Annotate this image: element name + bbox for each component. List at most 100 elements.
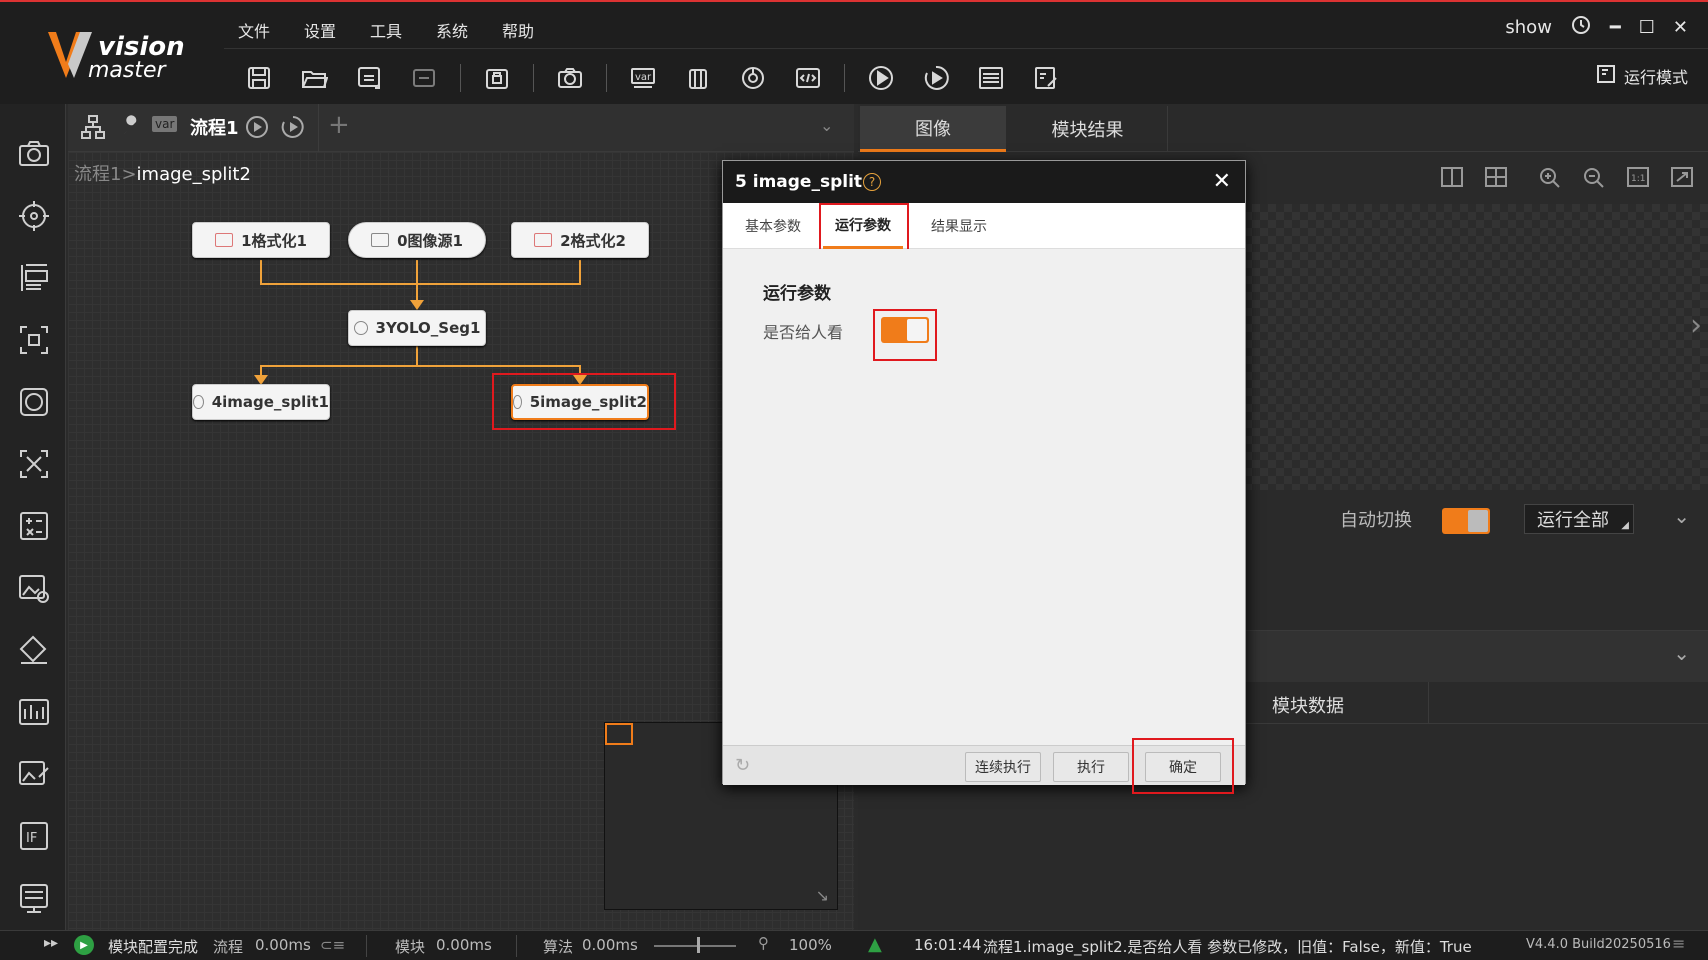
flow-node-format1[interactable]: 1格式化1: [192, 222, 330, 258]
lock-icon[interactable]: [478, 60, 516, 96]
collapse-chevron-icon[interactable]: ⌄: [1673, 641, 1690, 665]
algo-time-value: 0.00ms: [582, 936, 638, 954]
menu-system[interactable]: 系统: [436, 18, 502, 42]
menu-tools[interactable]: 工具: [370, 18, 436, 42]
deep-learning-tool-icon[interactable]: [16, 384, 52, 420]
expand-icon[interactable]: ▸▸: [44, 935, 58, 951]
help-icon[interactable]: ?: [863, 173, 881, 191]
layout-grid-icon[interactable]: [1484, 166, 1508, 192]
format-icon: [534, 233, 553, 247]
add-flow-icon[interactable]: +: [328, 110, 350, 140]
flow-run-loop-icon[interactable]: [280, 114, 306, 144]
tab-flow1[interactable]: 流程1: [190, 114, 239, 140]
run-loop-icon[interactable]: [917, 60, 955, 96]
tab-image[interactable]: 图像: [860, 106, 1006, 152]
run-all-select[interactable]: 运行全部 ◢: [1524, 504, 1634, 534]
export-doc-icon[interactable]: [1027, 60, 1065, 96]
menu-help[interactable]: 帮助: [502, 18, 568, 42]
maximize-icon[interactable]: ☐: [1639, 17, 1655, 38]
auto-switch-toggle[interactable]: [1442, 508, 1490, 534]
image-process-tool-icon[interactable]: [16, 570, 52, 606]
clock-icon[interactable]: [1570, 14, 1592, 41]
open-folder-icon[interactable]: [295, 60, 333, 96]
collapse-chevron-icon[interactable]: ⌄: [1673, 504, 1690, 528]
flow-node-format2[interactable]: 2格式化2: [511, 222, 649, 258]
logic-if-tool-icon[interactable]: IF: [16, 818, 52, 854]
app-logo: vision master: [44, 28, 194, 88]
toolbar-separator: [460, 64, 461, 92]
breadcrumb-parent[interactable]: 流程1: [74, 164, 121, 185]
dialog-title-bar[interactable]: 5 image_split: [723, 161, 1245, 203]
locate-tool-icon[interactable]: [16, 198, 52, 234]
title-bar: vision master 文件 设置 工具 系统 帮助 show ━ ☐ ✕ …: [0, 0, 1708, 104]
camera-tool-icon[interactable]: [16, 136, 52, 172]
var-icon[interactable]: var: [624, 60, 662, 96]
close-window-icon[interactable]: ✕: [1673, 17, 1688, 38]
image-viewer[interactable]: ›: [1244, 204, 1708, 490]
device-icon[interactable]: [679, 60, 717, 96]
flow-tree-icon[interactable]: [80, 114, 106, 144]
tab-module-result[interactable]: 模块结果: [1008, 106, 1168, 152]
continuous-run-button[interactable]: 连续执行: [965, 752, 1041, 782]
code-icon[interactable]: [789, 60, 827, 96]
color-tool-icon[interactable]: [16, 632, 52, 668]
calc-tool-icon[interactable]: [16, 508, 52, 544]
run-once-icon[interactable]: [862, 60, 900, 96]
show-label[interactable]: show: [1505, 17, 1552, 38]
status-divider: [366, 935, 367, 957]
flow-node-image-source[interactable]: 0图像源1: [348, 222, 486, 258]
menu-settings[interactable]: 设置: [304, 18, 370, 42]
layout-single-icon[interactable]: [1440, 166, 1464, 192]
flow-node-image-split1[interactable]: 4image_split1: [192, 384, 330, 420]
fit-window-icon[interactable]: [1670, 166, 1694, 192]
format-icon: [215, 233, 234, 247]
calibrate-tool-icon[interactable]: [16, 446, 52, 482]
camera-icon[interactable]: [551, 60, 589, 96]
resize-icon[interactable]: ↘: [816, 886, 829, 905]
import-icon[interactable]: [405, 60, 443, 96]
flow-node-yolo-seg[interactable]: 3YOLO_Seg1: [348, 310, 486, 346]
minimap-viewport[interactable]: [605, 723, 633, 745]
execute-button[interactable]: 执行: [1053, 752, 1129, 782]
zoom-slider-handle[interactable]: [697, 937, 700, 953]
measure-tool-icon[interactable]: [16, 260, 52, 296]
save-icon[interactable]: [240, 60, 278, 96]
actual-size-icon[interactable]: 1:1: [1626, 166, 1650, 192]
status-ok-icon: ▶: [74, 935, 94, 955]
status-bar: ▸▸ ▶ 模块配置完成 流程 0.00ms ⊂≡ 模块 0.00ms 算法 0.…: [0, 930, 1708, 960]
minimize-icon[interactable]: ━: [1610, 17, 1621, 38]
dialog-body: 运行参数 是否给人看: [723, 249, 1245, 745]
save-as-icon[interactable]: [350, 60, 388, 96]
image-edit-tool-icon[interactable]: [16, 756, 52, 792]
highlight-box: [492, 373, 676, 430]
run-mode-button[interactable]: 运行模式: [1596, 64, 1688, 88]
breadcrumb-current: image_split2: [136, 164, 251, 185]
logo-subtext: master: [88, 58, 166, 83]
menu-lines-icon[interactable]: ≡: [1672, 934, 1685, 953]
log-message: 流程1.image_split2.是否给人看 参数已修改，旧值：False，新值…: [983, 938, 1472, 956]
tab-result-display[interactable]: 结果显示: [919, 203, 999, 249]
image-icon: [371, 233, 390, 247]
tab-basic-params[interactable]: 基本参数: [733, 203, 813, 249]
flow-run-once-icon[interactable]: [244, 114, 270, 144]
zoom-level: 100%: [789, 936, 832, 954]
zoom-in-icon[interactable]: [1538, 166, 1562, 194]
defect-tool-icon[interactable]: [16, 694, 52, 730]
chevron-down-icon[interactable]: ⌄: [820, 116, 833, 135]
module-data-label: 模块数据: [1272, 696, 1344, 717]
settings-list-icon[interactable]: [972, 60, 1010, 96]
var-badge[interactable]: var: [152, 116, 178, 132]
zoom-search-icon[interactable]: ⚲: [758, 934, 769, 952]
wrench-icon[interactable]: [120, 114, 144, 142]
refresh-icon[interactable]: ↻: [735, 755, 750, 776]
communication-tool-icon[interactable]: [16, 880, 52, 916]
close-icon[interactable]: ✕: [1213, 169, 1231, 194]
menu-file[interactable]: 文件: [238, 18, 304, 42]
flow-time-icon[interactable]: ⊂≡: [320, 936, 345, 954]
zoom-out-icon[interactable]: [1582, 166, 1606, 194]
recognize-tool-icon[interactable]: [16, 322, 52, 358]
zoom-slider-track[interactable]: [654, 945, 736, 947]
svg-text:IF: IF: [26, 831, 37, 846]
next-image-icon[interactable]: ›: [1690, 308, 1702, 343]
global-script-icon[interactable]: [734, 60, 772, 96]
